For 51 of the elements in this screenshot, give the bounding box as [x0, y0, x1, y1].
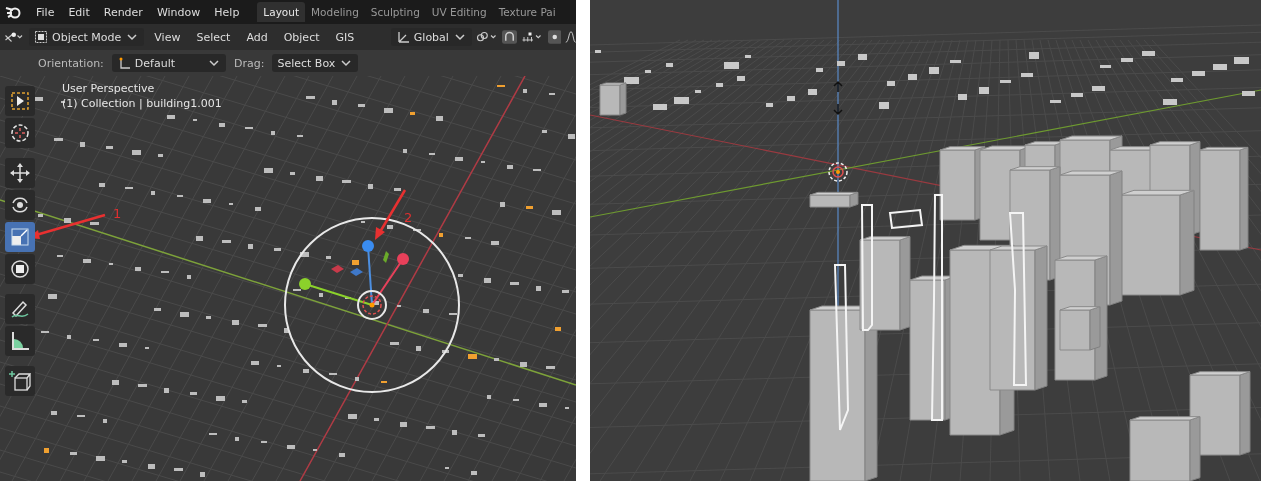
transform-dropdown[interactable]: Global [390, 28, 472, 46]
tool-button[interactable] [5, 118, 35, 148]
tool-button[interactable] [5, 86, 35, 116]
callout-number: 2 [404, 210, 413, 225]
menu-item[interactable]: Render [97, 2, 149, 22]
menu-item[interactable]: File [30, 2, 61, 22]
ruler-icon [9, 330, 31, 352]
field-label: Orientation: [38, 56, 104, 70]
callout-number: 1 [113, 206, 122, 221]
viewport-view-label: User Perspective [62, 82, 156, 95]
drag-dropdown[interactable]: Select Box [272, 54, 359, 72]
falloff-curve-icon [565, 28, 576, 46]
tool-button[interactable] [5, 326, 35, 356]
select-box-icon [9, 90, 31, 112]
app-logo-icon [4, 4, 22, 20]
mode-dropdown[interactable]: Object Mode [29, 28, 145, 46]
menu-item[interactable]: Help [208, 2, 246, 22]
add-cube-icon [9, 370, 31, 392]
field-label: Drag: [234, 56, 265, 70]
transform-icon [9, 258, 31, 280]
magnet-icon [502, 28, 518, 46]
cursor-icon [9, 122, 31, 144]
workspace-tab[interactable]: Texture Pai [492, 2, 562, 22]
tool-button[interactable] [5, 190, 35, 220]
increment-snap-icon [521, 29, 544, 45]
proportional-edit-icon [547, 28, 562, 46]
workspace-tab[interactable]: UV Editing [425, 2, 493, 22]
tool-button[interactable] [5, 366, 35, 396]
menu-item[interactable]: Window [150, 2, 207, 22]
workspace-tab[interactable]: Modeling [305, 2, 365, 22]
arrow-icon [833, 80, 843, 116]
tool-button[interactable] [5, 294, 35, 324]
axes-icon [395, 30, 410, 44]
callout-arrow [375, 189, 407, 240]
tool-button[interactable] [5, 158, 35, 188]
header-menu[interactable]: Add [240, 28, 274, 46]
header-menu[interactable]: Object [277, 28, 326, 46]
workspace-tab[interactable]: Layout [257, 2, 306, 22]
header-menu[interactable]: GIS [329, 28, 361, 46]
object-cube-icon [34, 30, 49, 44]
workspace-tab[interactable]: Sculpting [364, 2, 426, 22]
viewport-object-label: (1) Collection | building1.001 [62, 97, 222, 110]
move-arrows-icon [9, 162, 31, 184]
orientation-dropdown[interactable]: Default [111, 54, 226, 72]
menu-item[interactable]: Edit [62, 2, 96, 22]
header-menu[interactable]: View [148, 28, 187, 46]
scale-icon [9, 226, 31, 248]
header-menu[interactable]: Select [190, 28, 237, 46]
tool-button[interactable] [5, 254, 35, 284]
origin-marker [828, 162, 848, 182]
pencil-icon [9, 298, 31, 320]
